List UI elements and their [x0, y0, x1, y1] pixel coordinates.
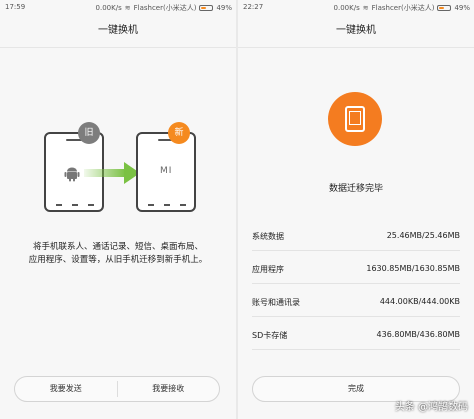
result-row-apps: 应用程序 1630.85MB/1630.85MB — [252, 254, 460, 284]
battery-icon — [437, 5, 452, 11]
send-button[interactable]: 我要发送 — [15, 377, 117, 401]
wifi-icon: ≋ — [362, 4, 369, 12]
network-speed: 0.00K/s — [95, 4, 122, 12]
result-row-system-data: 系统数据 25.46MB/25.46MB — [252, 221, 460, 251]
battery-icon — [199, 5, 214, 11]
carrier-name: Flashcer(小米达人) — [371, 4, 435, 12]
row-value: 436.80MB/436.80MB — [376, 330, 460, 339]
mi-logo: MI — [160, 166, 173, 176]
battery-percent: 49% — [216, 4, 232, 12]
role-button-group: 我要发送 我要接收 — [14, 376, 220, 402]
status-right: 0.00K/s ≋ Flashcer(小米达人) 49% — [96, 3, 232, 13]
network-speed: 0.00K/s — [333, 4, 360, 12]
old-badge: 旧 — [78, 122, 100, 144]
watermark: 头条 @鸿鹄数码 — [394, 402, 468, 413]
complete-title: 数据迁移完毕 — [328, 184, 383, 194]
description-line-2: 应用程序、设置等，从旧手机迁移到新手机上。 — [28, 255, 208, 265]
page-title: 一键换机 — [0, 14, 236, 48]
battery-percent: 49% — [454, 4, 470, 12]
status-time: 22:27 — [243, 3, 264, 11]
status-bar: 22:27 0.00K/s ≋ Flashcer(小米达人) 49% — [238, 0, 474, 14]
row-name: 账号和通讯录 — [252, 298, 300, 307]
row-value: 1630.85MB/1630.85MB — [366, 264, 460, 273]
row-value: 444.00KB/444.00KB — [379, 297, 460, 306]
phone-icon — [345, 106, 365, 132]
description-line-1: 将手机联系人、通话记录、短信、桌面布局、 — [32, 242, 203, 252]
row-value: 25.46MB/25.46MB — [386, 231, 460, 240]
stage: 17:59 0.00K/s ≋ Flashcer(小米达人) 49% 一键换机 … — [0, 0, 474, 419]
wifi-icon: ≋ — [124, 4, 131, 12]
android-icon — [64, 167, 80, 182]
status-time: 17:59 — [5, 3, 26, 11]
transfer-intro-screen: 17:59 0.00K/s ≋ Flashcer(小米达人) 49% 一键换机 … — [0, 0, 236, 419]
new-badge: 新 — [168, 122, 190, 144]
status-right: 0.00K/s ≋ Flashcer(小米达人) 49% — [334, 3, 470, 13]
transfer-arrow-icon — [84, 162, 140, 184]
status-bar: 17:59 0.00K/s ≋ Flashcer(小米达人) 49% — [0, 0, 236, 14]
row-name: 系统数据 — [252, 232, 284, 241]
row-name: 应用程序 — [252, 265, 284, 274]
page-title: 一键换机 — [238, 14, 474, 48]
carrier-name: Flashcer(小米达人) — [133, 4, 197, 12]
result-row-sd-card: SD卡存储 436.80MB/436.80MB — [252, 320, 460, 350]
result-row-accounts: 账号和通讯录 444.00KB/444.00KB — [252, 287, 460, 317]
receive-button[interactable]: 我要接收 — [118, 377, 220, 401]
transfer-complete-screen: 22:27 0.00K/s ≋ Flashcer(小米达人) 49% 一键换机 … — [238, 0, 474, 419]
row-name: SD卡存储 — [252, 331, 288, 340]
